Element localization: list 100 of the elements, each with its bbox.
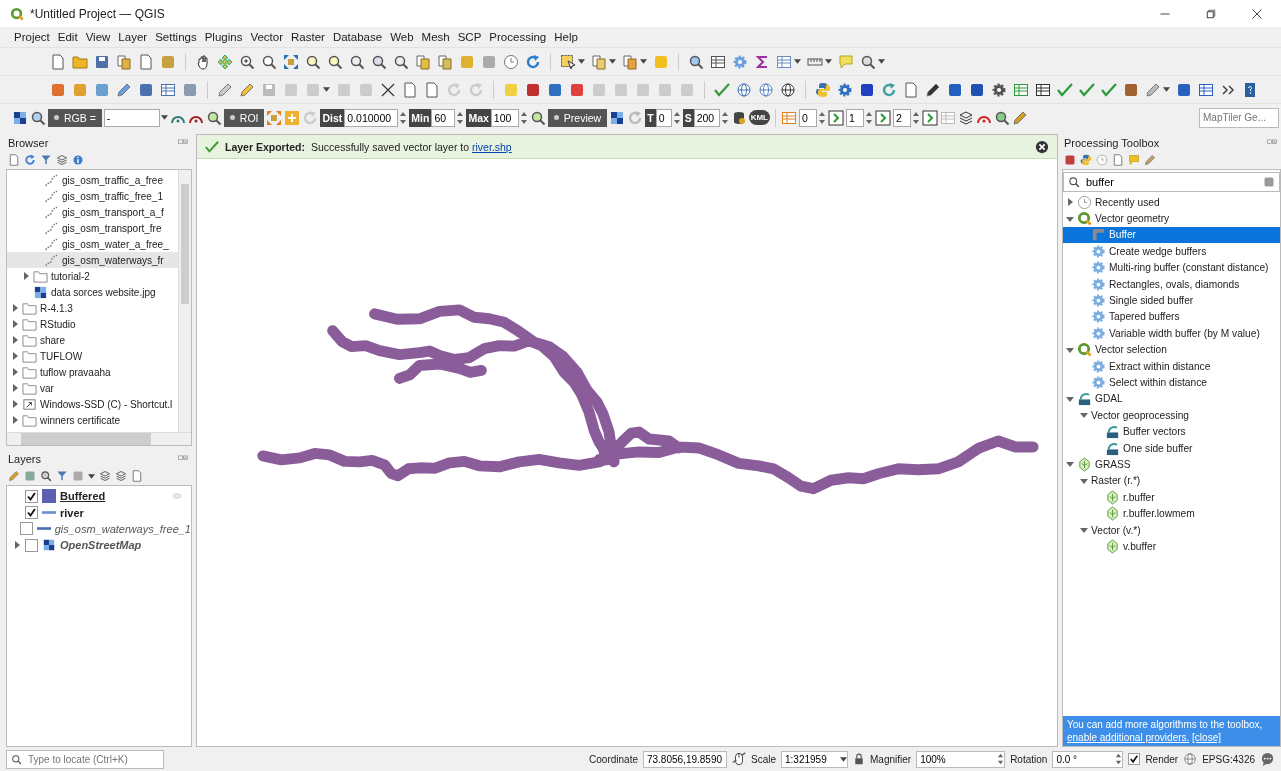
settings-icon[interactable] [732,53,748,70]
toolbox-item[interactable]: Tapered buffers [1063,308,1280,326]
clock-icon[interactable] [503,53,519,70]
expand-arrow-icon[interactable] [13,541,21,550]
preview-button[interactable]: Preview [547,108,608,127]
check-icon[interactable] [1101,81,1117,98]
caret-icon[interactable] [323,87,330,92]
cut-icon[interactable] [380,81,396,98]
caret-icon[interactable] [88,473,95,479]
browser-item[interactable]: gis_osm_water_a_free_ [7,236,178,252]
collapse-arrow-icon[interactable] [1066,460,1074,469]
browser-item[interactable]: Windows-SSD (C) - Shortcut.l [7,396,178,412]
caret-icon[interactable] [878,59,885,64]
list-icon[interactable] [1198,81,1214,98]
save-icon[interactable] [94,53,110,70]
toolbox-item[interactable]: Multi-ring buffer (constant distance) [1063,259,1280,276]
expand-arrow-icon[interactable] [1066,198,1074,207]
file-link[interactable]: river.shp [472,140,512,153]
menu-item[interactable]: SCP [453,29,486,45]
locator-search-field[interactable]: MapTiler Ge... [1199,107,1279,128]
s-field[interactable]: 200 [693,108,720,127]
caret-icon[interactable] [160,115,168,120]
legend-entry[interactable]: gis_osm_waterways_free_1 [7,520,191,538]
magnifier-box[interactable]: 100% [916,750,1006,768]
pan-hand-icon[interactable] [195,53,211,70]
toolbox-item[interactable]: r.buffer [1063,489,1280,506]
caret-icon[interactable] [640,59,647,64]
caret-icon[interactable] [840,756,847,762]
toolbox-item[interactable]: Rectangles, ovals, diamonds [1063,275,1280,293]
menu-item[interactable]: Edit [53,29,82,45]
expand-arrow-icon[interactable] [11,320,19,328]
menu-item[interactable]: Web [386,29,418,45]
maximize-icon[interactable] [1205,7,1217,20]
statistics-icon[interactable] [754,53,770,70]
menu-item[interactable]: Project [10,29,54,45]
legend-entry[interactable]: river [7,504,191,521]
menu-item[interactable]: Database [328,29,387,45]
toolbox-item[interactable]: Vector geometry [1063,210,1280,227]
browser-item[interactable]: gis_osm_waterways_fr [7,252,178,268]
legend-entry[interactable]: Buffered [7,488,191,505]
collapse-arrow-icon[interactable] [1080,526,1088,534]
browser-item[interactable]: gis_osm_transport_fre [7,220,178,236]
preview-zoom-icon[interactable] [529,109,546,126]
locate-box[interactable]: Type to locate (Ctrl+K) [6,749,164,769]
toolbox-item[interactable]: r.buffer.lowmem [1063,505,1280,522]
close-icon[interactable] [1035,139,1049,154]
browser-item[interactable]: data sorces website.jpg [7,284,178,300]
edit-icon[interactable] [217,81,233,98]
browser-item[interactable]: var [7,380,178,396]
collapse-arrow-icon[interactable] [1080,476,1088,485]
toolbox-item[interactable]: GRASS [1063,456,1280,473]
toolbox-item[interactable]: Buffer vectors [1063,423,1280,440]
pan-arrows-icon[interactable] [217,53,233,70]
menu-item[interactable]: Mesh [417,29,454,45]
digitize-icon[interactable] [116,81,132,98]
mouse-icon[interactable] [731,752,746,766]
collapse-arrow-icon[interactable] [1066,214,1074,223]
caret-icon[interactable] [578,59,585,64]
expand-arrow-icon[interactable] [11,336,19,344]
refresh-icon[interactable] [525,53,541,70]
messages-icon[interactable] [1260,751,1275,767]
toggle-edit-icon[interactable] [239,81,255,98]
rotation-box[interactable]: 0.0 ° [1052,750,1124,768]
browser-item[interactable]: tutorial-2 [7,268,178,284]
browser-item[interactable]: gis_osm_transport_a_f [7,204,178,220]
menu-item[interactable]: Layer [114,29,152,45]
menu-item[interactable]: Help [550,29,582,45]
scale-box[interactable]: 1:321959 [781,750,848,768]
expand-arrow-icon[interactable] [11,352,19,360]
expand-arrow-icon[interactable] [11,400,19,408]
lock-icon[interactable] [853,752,865,766]
identify-icon[interactable] [688,53,704,70]
menu-item[interactable]: Raster [287,29,329,45]
band-set-combo[interactable]: - [103,108,160,127]
browser-item[interactable]: R-4.1.3 [7,300,178,316]
collapse-arrow-icon[interactable] [1066,394,1074,403]
layers-icon[interactable] [957,109,974,126]
search-icon[interactable] [860,53,876,70]
min-field[interactable]: 60 [431,108,456,127]
collapse-arrow-icon[interactable] [1080,411,1088,420]
spin-arrows-icon[interactable] [997,752,1005,766]
browser-item[interactable]: TUFLOW [7,348,178,364]
toolbox-item[interactable]: Single sided buffer [1063,292,1280,309]
toolbox-item[interactable]: Vector geoprocessing [1063,407,1280,424]
zoom-in-icon[interactable] [239,53,255,70]
menu-item[interactable]: Processing [485,29,551,45]
toolbox-item[interactable]: Select within distance [1063,374,1280,391]
layer-checkbox[interactable] [19,522,33,536]
expand-arrow-icon[interactable] [11,304,19,312]
expand-arrow-icon[interactable] [11,384,19,392]
select-features-icon[interactable] [560,53,576,70]
distance-field[interactable]: 0.010000 [344,108,399,127]
browser-item[interactable]: gis_osm_traffic_a_free [7,172,178,188]
layer-checkbox[interactable] [25,506,38,520]
menu-item[interactable]: View [81,29,115,45]
browser-item[interactable]: tuflow pravaaha [7,364,178,380]
crs-globe-icon[interactable] [1183,752,1198,766]
toolbox-item[interactable]: Vector selection [1063,341,1280,358]
max-field[interactable]: 100 [490,108,519,127]
kml-button[interactable]: KML [748,110,770,125]
